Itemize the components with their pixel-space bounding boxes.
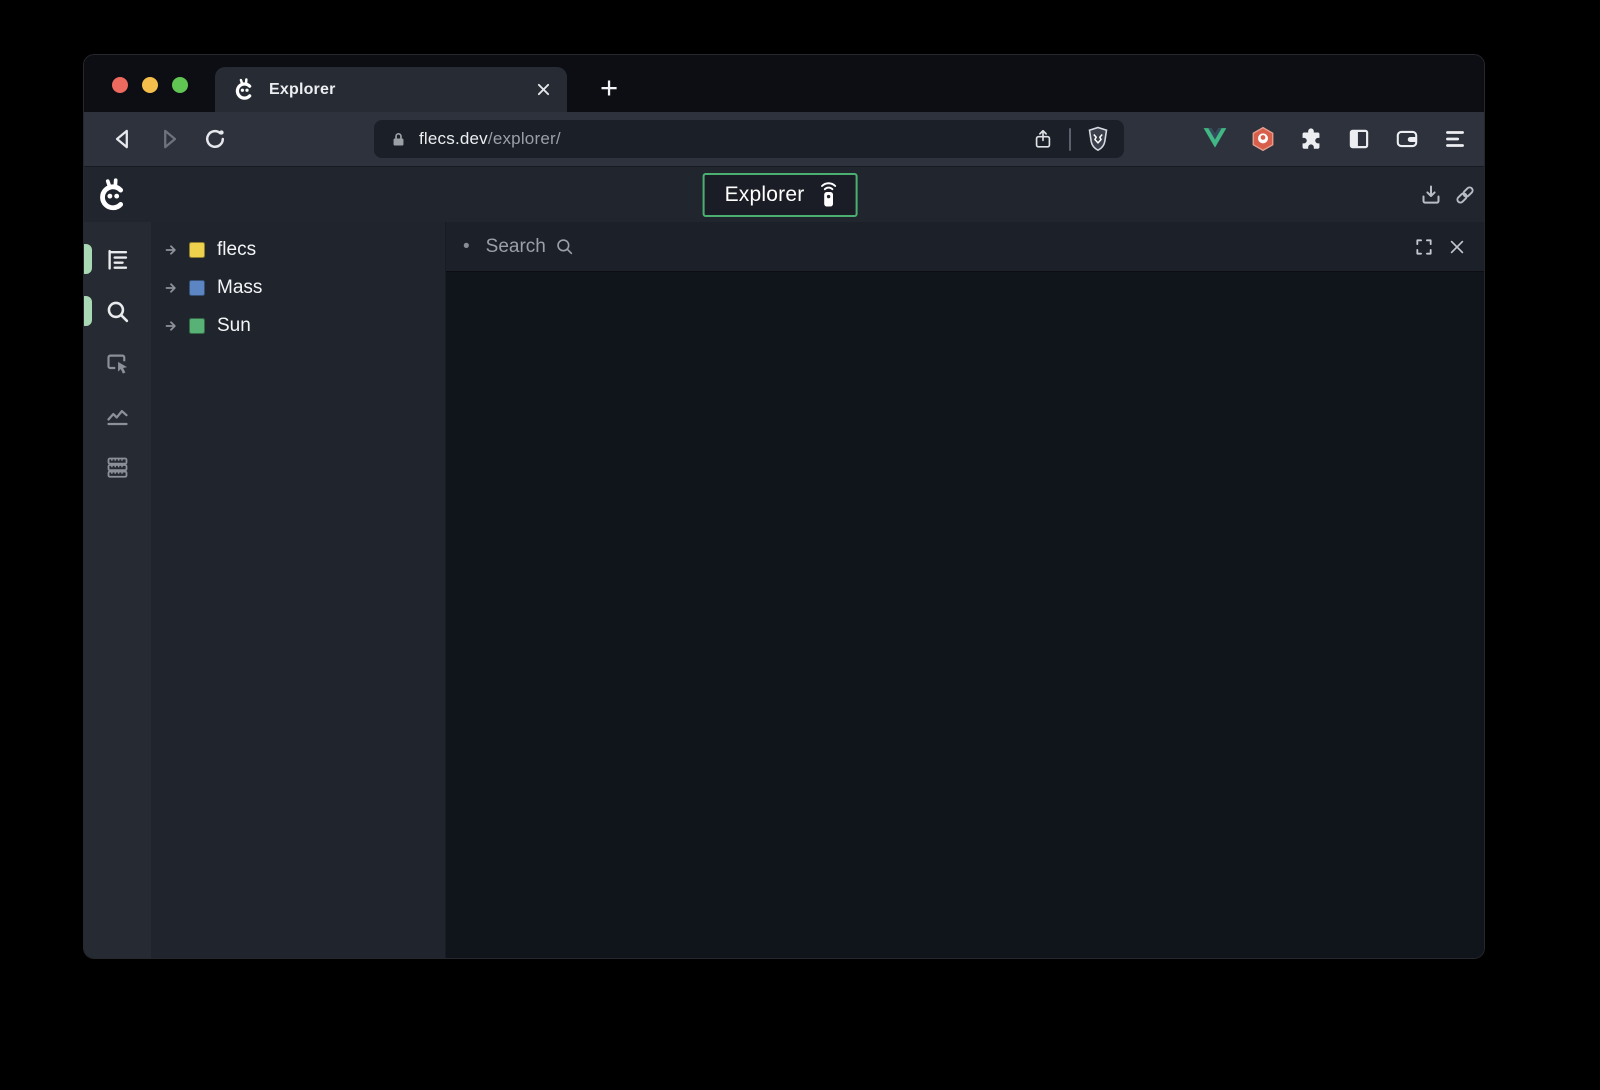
url-text: flecs.dev/explorer/: [419, 129, 561, 149]
reload-icon[interactable]: [202, 126, 228, 152]
entity-label: Mass: [217, 277, 262, 299]
close-tab-icon[interactable]: [536, 82, 551, 97]
tab-title: Explorer: [269, 81, 523, 99]
search-header: • Search: [446, 222, 1484, 272]
connection-status-button[interactable]: Explorer: [703, 173, 858, 217]
browser-window: Explorer +: [84, 55, 1484, 958]
inspector-icon: [104, 350, 131, 377]
active-indicator: [84, 244, 92, 274]
tab-bar: Explorer +: [84, 55, 1484, 112]
url-domain: flecs.dev: [419, 129, 488, 148]
sidebar-item-charts[interactable]: [84, 389, 151, 441]
browser-tab-explorer[interactable]: Explorer: [215, 67, 567, 112]
navigation-bar: flecs.dev/explorer/: [84, 112, 1484, 166]
sidebar-item-inspector[interactable]: [84, 337, 151, 389]
hexagon-extension-icon[interactable]: [1250, 126, 1276, 152]
search-icon: [104, 298, 131, 325]
query-panel: • Search: [445, 222, 1484, 958]
tree-row-mass[interactable]: Mass: [151, 269, 445, 307]
forward-icon[interactable]: [156, 126, 182, 152]
share-icon[interactable]: [1032, 128, 1054, 150]
search-magnifier-icon: [555, 237, 574, 256]
sidebar-item-query-search[interactable]: [84, 285, 151, 337]
active-indicator: [84, 296, 92, 326]
address-bar[interactable]: flecs.dev/explorer/: [374, 120, 1124, 158]
statistics-icon: [104, 454, 131, 481]
close-panel-icon[interactable]: [1447, 237, 1467, 257]
search-panel-actions: [1414, 237, 1467, 257]
close-window-button[interactable]: [112, 77, 128, 93]
app-header: Explorer: [84, 166, 1484, 222]
app-title: Explorer: [725, 183, 805, 207]
lock-icon: [390, 131, 407, 148]
search-placeholder: Search: [486, 236, 546, 258]
divider: [1069, 128, 1071, 151]
wallet-icon[interactable]: [1394, 126, 1420, 152]
extensions-puzzle-icon[interactable]: [1298, 126, 1324, 152]
minimize-window-button[interactable]: [142, 77, 158, 93]
entity-color-swatch: [189, 318, 205, 334]
new-tab-button[interactable]: +: [600, 72, 618, 103]
header-actions: [1419, 167, 1477, 222]
sidebar-item-entity-tree[interactable]: [84, 233, 151, 285]
url-bar-actions: [1032, 126, 1110, 152]
tree-row-flecs[interactable]: flecs: [151, 231, 445, 269]
link-icon[interactable]: [1453, 183, 1477, 207]
brave-shield-icon[interactable]: [1086, 126, 1110, 152]
status-dot: •: [463, 237, 470, 256]
chart-icon: [104, 402, 131, 429]
extension-icons: [1202, 112, 1468, 166]
zoom-window-button[interactable]: [172, 77, 188, 93]
tree-row-sun[interactable]: Sun: [151, 307, 445, 345]
fullscreen-icon[interactable]: [1414, 237, 1434, 257]
expand-arrow-icon[interactable]: [164, 318, 180, 334]
activity-bar: [84, 222, 151, 958]
entity-tree-icon: [104, 246, 131, 273]
expand-arrow-icon[interactable]: [164, 280, 180, 296]
flecs-favicon-icon: [233, 78, 256, 101]
nav-buttons: [110, 126, 228, 152]
search-input[interactable]: Search: [486, 236, 574, 258]
entity-color-swatch: [189, 242, 205, 258]
app-content: flecs Mass Sun: [84, 222, 1484, 958]
back-icon[interactable]: [110, 126, 136, 152]
sidebar-panel-icon[interactable]: [1346, 126, 1372, 152]
entity-label: flecs: [217, 239, 256, 261]
results-canvas: [446, 272, 1484, 958]
expand-arrow-icon[interactable]: [164, 242, 180, 258]
traffic-lights: [112, 77, 188, 93]
remote-connection-icon: [819, 181, 837, 208]
sidebar-item-statistics[interactable]: [84, 441, 151, 493]
menu-icon[interactable]: [1442, 126, 1468, 152]
url-path: /explorer/: [488, 129, 561, 148]
vue-devtools-icon[interactable]: [1202, 126, 1228, 152]
flecs-logo-icon[interactable]: [96, 178, 130, 212]
download-icon[interactable]: [1419, 183, 1443, 207]
entity-label: Sun: [217, 315, 251, 337]
entity-color-swatch: [189, 280, 205, 296]
entity-tree-panel: flecs Mass Sun: [151, 222, 445, 958]
